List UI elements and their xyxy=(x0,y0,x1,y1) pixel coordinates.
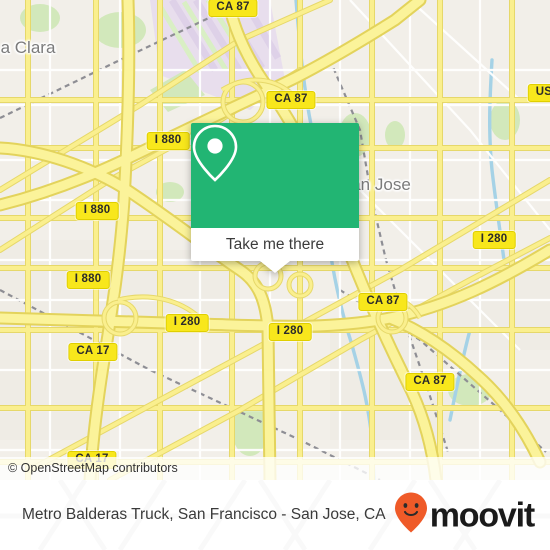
popup-icon-area xyxy=(191,123,359,228)
highway-shield-ca87-upper[interactable]: CA 87 xyxy=(266,91,316,109)
place-label-santa-clara: a Clara xyxy=(0,38,56,57)
highway-shield-ca87-north[interactable]: CA 87 xyxy=(208,0,258,17)
location-popup-card[interactable]: Take me there xyxy=(191,123,359,273)
place-label-san-jose: an Jose xyxy=(351,175,411,194)
highway-shield-i280-west[interactable]: I 280 xyxy=(165,314,209,332)
moovit-brand[interactable]: moovit xyxy=(394,492,535,539)
take-me-there-button[interactable]: Take me there xyxy=(191,228,359,261)
page-title: Metro Balderas Truck, San Francisco - Sa… xyxy=(22,506,386,523)
highway-shield-i880-mid[interactable]: I 880 xyxy=(75,202,119,220)
highway-shield-ca87-mid[interactable]: CA 87 xyxy=(358,293,408,311)
moovit-map-page: a Clara an Jose CA 87 CA 87 I 880 US I 8… xyxy=(0,0,550,550)
highway-shield-i280-east[interactable]: I 280 xyxy=(472,231,516,249)
popup-tail xyxy=(260,261,290,273)
moovit-wordmark: moovit xyxy=(429,496,535,534)
highway-shield-i880-upper[interactable]: I 880 xyxy=(146,132,190,150)
highway-shield-us-east[interactable]: US xyxy=(527,84,550,102)
attribution-text: © OpenStreetMap contributors xyxy=(8,461,178,475)
highway-shield-ca17-upper[interactable]: CA 17 xyxy=(68,343,118,361)
take-me-there-label: Take me there xyxy=(225,235,325,253)
footer-bar: Metro Balderas Truck, San Francisco - Sa… xyxy=(0,480,550,550)
map-attribution[interactable]: © OpenStreetMap contributors xyxy=(0,457,550,480)
highway-shield-ca87-south[interactable]: CA 87 xyxy=(405,373,455,391)
highway-shield-i280-mid[interactable]: I 280 xyxy=(268,323,312,341)
highway-shield-i880-lower[interactable]: I 880 xyxy=(66,271,110,289)
moovit-smiley-pin-icon xyxy=(394,492,428,539)
map-canvas[interactable]: a Clara an Jose CA 87 CA 87 I 880 US I 8… xyxy=(0,0,550,480)
